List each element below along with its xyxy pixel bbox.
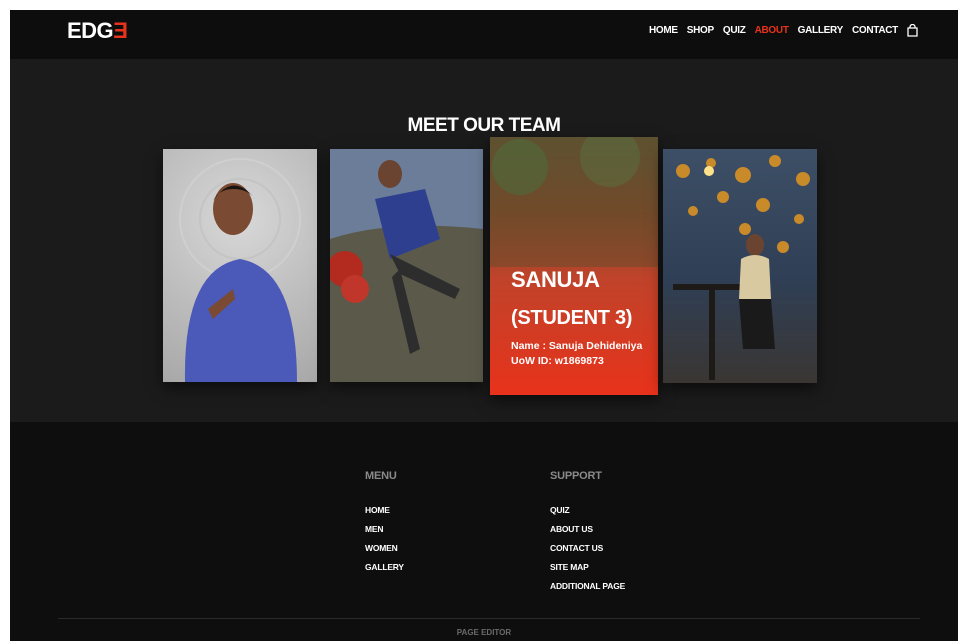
footer-menu-heading: MENU [365,470,397,482]
nav-contact[interactable]: CONTACT [852,25,898,36]
footer-menu-list: HOME MEN WOMEN GALLERY [365,504,404,573]
footer-divider [58,618,920,619]
member-photo-1 [179,158,301,382]
footer-link-quiz[interactable]: QUIZ [550,504,625,516]
team-card-4[interactable] [663,149,817,383]
member-role: (STUDENT 3) [511,307,633,329]
nav-links: HOME SHOP QUIZ ABOUT GALLERY CONTACT [649,23,918,37]
team-card-1[interactable] [163,149,317,382]
footer-link-about-us[interactable]: ABOUT US [550,523,625,535]
page-editor-credit: PAGE EDITOR [456,628,512,637]
site-footer: MENU HOME MEN WOMEN GALLERY SUPPORT QUIZ… [10,422,958,641]
top-nav: EDGƎ HOME SHOP QUIZ ABOUT GALLERY CONTAC… [10,10,958,59]
nav-quiz[interactable]: QUIZ [723,25,746,36]
member-photo-2 [330,149,483,382]
team-section: MEET OUR TEAM SANUJA (STUDENT 3) Name: … [10,59,958,422]
logo-accent: Ǝ [113,18,128,43]
team-card-2[interactable] [330,149,483,382]
member-photo-4 [673,155,810,380]
nav-home[interactable]: HOME [649,25,678,36]
footer-support-heading: SUPPORT [550,470,602,482]
member-name: SANUJA [511,267,600,292]
footer-link-men[interactable]: MEN [365,523,404,535]
page: EDGƎ HOME SHOP QUIZ ABOUT GALLERY CONTAC… [10,10,958,641]
logo-text: EDG [67,18,114,43]
nav-shop[interactable]: SHOP [687,25,714,36]
nav-gallery[interactable]: GALLERY [798,25,844,36]
shopping-bag-icon[interactable] [907,23,918,37]
section-title: MEET OUR TEAM [407,115,561,136]
footer-link-home[interactable]: HOME [365,504,404,516]
member-full-name: Name : Sanuja Dehideniya [511,340,643,352]
member-id: UoW ID: w1869873 [511,355,604,367]
footer-link-additional-page[interactable]: ADDITIONAL PAGE [550,580,625,592]
footer-link-site-map[interactable]: SITE MAP [550,561,625,573]
footer-link-contact-us[interactable]: CONTACT US [550,542,625,554]
footer-link-women[interactable]: WOMEN [365,542,404,554]
footer-support-list: QUIZ ABOUT US CONTACT US SITE MAP ADDITI… [550,504,625,592]
team-card-featured[interactable]: SANUJA (STUDENT 3) Name : Sanuja Dehiden… [490,137,658,395]
brand-logo[interactable]: EDGƎ [67,18,128,44]
nav-about[interactable]: ABOUT [755,25,789,36]
footer-link-gallery[interactable]: GALLERY [365,561,404,573]
